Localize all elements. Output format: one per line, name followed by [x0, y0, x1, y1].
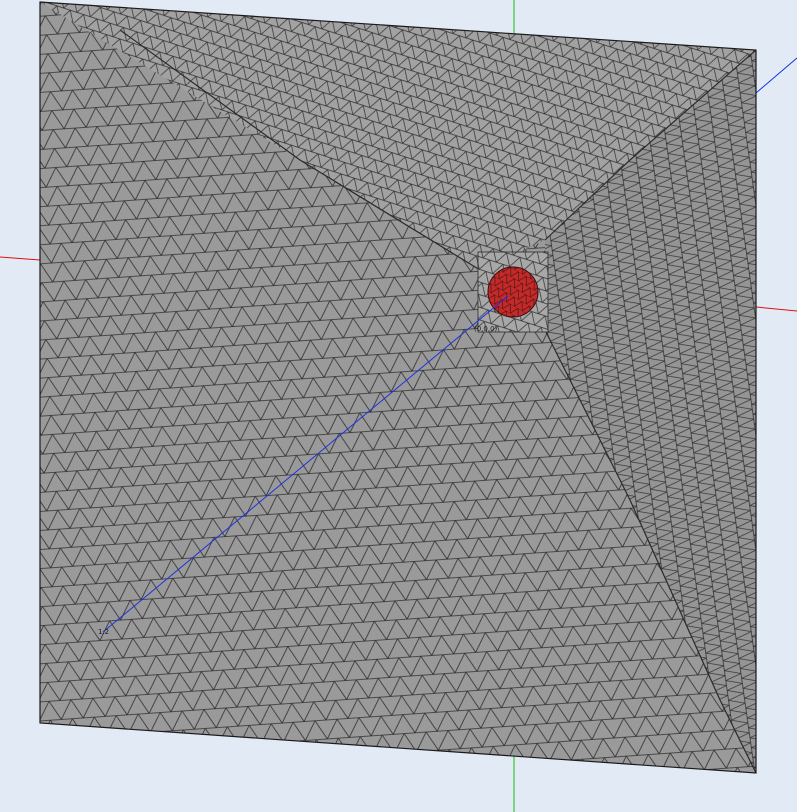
sphere-object[interactable] [487, 266, 539, 318]
x-axis-line [0, 256, 41, 261]
sphere-mesh-pattern [488, 267, 538, 317]
mesh-scene[interactable]: 1.2 (0,0,0) [0, 0, 797, 812]
near-point-label: 1.2 [98, 628, 109, 636]
z-axis-line [755, 57, 797, 94]
x-axis-line-right [755, 306, 797, 312]
3d-mesh-viewport[interactable]: 1.2 (0,0,0) [0, 0, 797, 812]
origin-label: (0,0,0) [474, 325, 498, 333]
